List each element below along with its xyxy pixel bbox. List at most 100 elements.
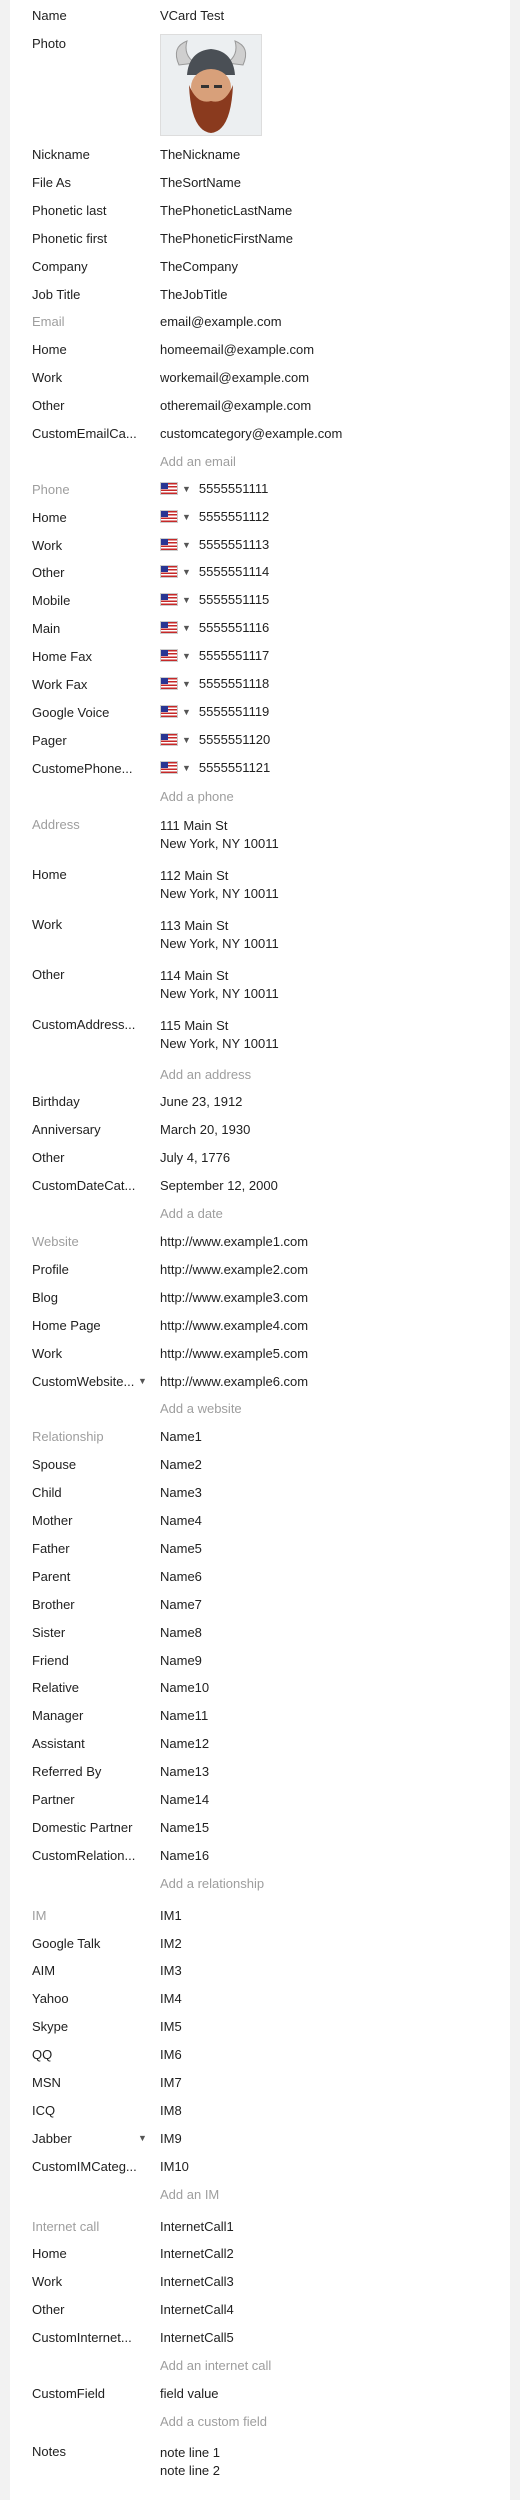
im-row-value[interactable]: IM1 <box>160 1908 182 1923</box>
im-row-value[interactable]: IM4 <box>160 1991 182 2006</box>
relationship-row-value[interactable]: Name4 <box>160 1513 202 1528</box>
add-relationship-link-label[interactable]: Add a relationship <box>160 1876 264 1891</box>
phone-number[interactable]: 5555551112 <box>199 509 269 524</box>
country-dropdown-icon[interactable]: ▼ <box>182 763 191 773</box>
relationship-row-value[interactable]: Name2 <box>160 1457 202 1472</box>
add-date-link-label[interactable]: Add a date <box>160 1206 223 1221</box>
address-row-value[interactable]: 115 Main St New York, NY 10011 <box>160 1017 279 1053</box>
address-row-value[interactable]: 113 Main St New York, NY 10011 <box>160 917 279 953</box>
add-internet-call-link[interactable]: Add an internet call <box>10 2356 510 2376</box>
us-flag-icon[interactable] <box>160 677 178 690</box>
im-row-value[interactable]: IM7 <box>160 2075 182 2090</box>
phone-number[interactable]: 5555551120 <box>199 732 270 747</box>
email-row-value[interactable]: workemail@example.com <box>160 370 309 385</box>
relationship-row-value[interactable]: Name14 <box>160 1792 209 1807</box>
website-row-value[interactable]: http://www.example3.com <box>160 1290 308 1305</box>
relationship-row-value[interactable]: Name12 <box>160 1736 209 1751</box>
field-2-value[interactable]: ThePhoneticLastName <box>160 203 292 218</box>
us-flag-icon[interactable] <box>160 761 178 774</box>
phone-number[interactable]: 5555551116 <box>199 620 269 635</box>
address-row-value[interactable]: 112 Main St New York, NY 10011 <box>160 867 279 903</box>
email-row-value[interactable]: customcategory@example.com <box>160 426 342 441</box>
us-flag-icon[interactable] <box>160 733 178 746</box>
country-dropdown-icon[interactable]: ▼ <box>182 679 191 689</box>
relationship-row-value[interactable]: Name13 <box>160 1764 209 1779</box>
us-flag-icon[interactable] <box>160 705 178 718</box>
website-row-value[interactable]: http://www.example2.com <box>160 1262 308 1277</box>
us-flag-icon[interactable] <box>160 621 178 634</box>
internet-call-row-value[interactable]: InternetCall2 <box>160 2246 234 2261</box>
add-custom-field-link-label[interactable]: Add a custom field <box>160 2414 267 2429</box>
us-flag-icon[interactable] <box>160 649 178 662</box>
country-dropdown-icon[interactable]: ▼ <box>182 484 191 494</box>
address-row-value[interactable]: 111 Main St New York, NY 10011 <box>160 817 279 853</box>
add-phone-link-label[interactable]: Add a phone <box>160 789 234 804</box>
internet-call-row-value[interactable]: InternetCall1 <box>160 2219 234 2234</box>
im-row-value[interactable]: IM6 <box>160 2047 182 2062</box>
viking-avatar-photo[interactable] <box>160 34 262 136</box>
website-row-value[interactable]: http://www.example4.com <box>160 1318 308 1333</box>
country-dropdown-icon[interactable]: ▼ <box>182 567 191 577</box>
relationship-row-value[interactable]: Name8 <box>160 1625 202 1640</box>
relationship-row-value[interactable]: Name9 <box>160 1653 202 1668</box>
us-flag-icon[interactable] <box>160 510 178 523</box>
im-row-value[interactable]: IM10 <box>160 2159 189 2174</box>
add-internet-call-link-label[interactable]: Add an internet call <box>160 2358 271 2373</box>
im-row-value[interactable]: IM2 <box>160 1936 182 1951</box>
add-date-link[interactable]: Add a date <box>10 1204 510 1224</box>
add-im-link-label[interactable]: Add an IM <box>160 2187 219 2202</box>
date-row-value[interactable]: July 4, 1776 <box>160 1150 230 1165</box>
relationship-row-value[interactable]: Name6 <box>160 1569 202 1584</box>
website-row-value[interactable]: http://www.example1.com <box>160 1234 308 1249</box>
us-flag-icon[interactable] <box>160 482 178 495</box>
us-flag-icon[interactable] <box>160 593 178 606</box>
im-row-label[interactable]: Jabber <box>32 2131 142 2146</box>
phone-number[interactable]: 5555551114 <box>199 564 269 579</box>
field-0-value[interactable]: TheNickname <box>160 147 240 162</box>
phone-number[interactable]: 5555551115 <box>199 592 269 607</box>
relationship-row-value[interactable]: Name1 <box>160 1429 202 1444</box>
date-row-value[interactable]: June 23, 1912 <box>160 1094 242 1109</box>
website-row-label[interactable]: CustomWebsite... <box>32 1374 142 1389</box>
add-email-link-label[interactable]: Add an email <box>160 454 236 469</box>
im-row-value[interactable]: IM8 <box>160 2103 182 2118</box>
email-row-value[interactable]: otheremail@example.com <box>160 398 311 413</box>
relationship-row-value[interactable]: Name3 <box>160 1485 202 1500</box>
add-relationship-link[interactable]: Add a relationship <box>10 1874 510 1894</box>
us-flag-icon[interactable] <box>160 565 178 578</box>
add-website-link-label[interactable]: Add a website <box>160 1401 242 1416</box>
phone-number[interactable]: 5555551117 <box>199 648 269 663</box>
date-row-value[interactable]: March 20, 1930 <box>160 1122 250 1137</box>
add-address-link-label[interactable]: Add an address <box>160 1067 251 1082</box>
website-row-value[interactable]: http://www.example5.com <box>160 1346 308 1361</box>
add-website-link[interactable]: Add a website <box>10 1399 510 1419</box>
relationship-row-value[interactable]: Name15 <box>160 1820 209 1835</box>
website-row-value[interactable]: http://www.example6.com <box>160 1374 308 1389</box>
im-row-value[interactable]: IM3 <box>160 1963 182 1978</box>
phone-number[interactable]: 5555551113 <box>199 537 269 552</box>
add-custom-field-link[interactable]: Add a custom field <box>10 2412 510 2432</box>
address-row-value[interactable]: 114 Main St New York, NY 10011 <box>160 967 279 1003</box>
country-dropdown-icon[interactable]: ▼ <box>182 623 191 633</box>
phone-number[interactable]: 5555551121 <box>199 760 270 775</box>
phone-number[interactable]: 5555551111 <box>199 481 268 496</box>
field-5-value[interactable]: TheJobTitle <box>160 287 227 302</box>
country-dropdown-icon[interactable]: ▼ <box>182 735 191 745</box>
relationship-row-value[interactable]: Name11 <box>160 1708 208 1723</box>
type-dropdown-icon[interactable]: ▼ <box>138 1376 147 1386</box>
relationship-row-value[interactable]: Name5 <box>160 1541 202 1556</box>
add-email-link[interactable]: Add an email <box>10 452 510 472</box>
add-im-link[interactable]: Add an IM <box>10 2185 510 2205</box>
relationship-row-value[interactable]: Name10 <box>160 1680 209 1695</box>
date-row-value[interactable]: September 12, 2000 <box>160 1178 278 1193</box>
add-phone-link[interactable]: Add a phone <box>10 787 510 807</box>
phone-number[interactable]: 5555551118 <box>199 676 269 691</box>
country-dropdown-icon[interactable]: ▼ <box>182 540 191 550</box>
email-row-value[interactable]: homeemail@example.com <box>160 342 314 357</box>
internet-call-row-value[interactable]: InternetCall5 <box>160 2330 234 2345</box>
im-row-value[interactable]: IM5 <box>160 2019 182 2034</box>
relationship-row-value[interactable]: Name16 <box>160 1848 209 1863</box>
notes-row-value[interactable]: note line 1 note line 2 <box>160 2444 220 2480</box>
custom-field-row-value[interactable]: field value <box>160 2386 219 2401</box>
country-dropdown-icon[interactable]: ▼ <box>182 512 191 522</box>
